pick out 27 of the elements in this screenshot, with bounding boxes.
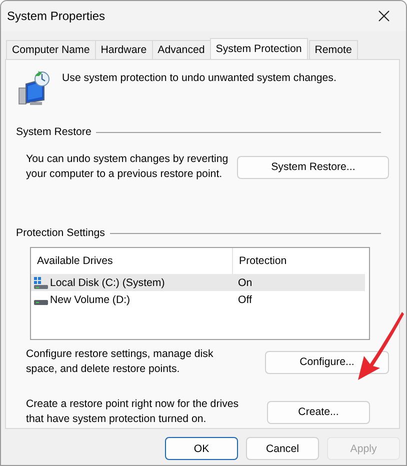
- dialog-button[interactable]: OK: [165, 437, 238, 460]
- drive-name: New Volume (D:): [50, 294, 130, 306]
- drive-row[interactable]: New Volume (D:) Off: [31, 291, 365, 308]
- group-heading: System Restore: [16, 126, 92, 138]
- tab[interactable]: Remote: [308, 40, 358, 59]
- drive-icon: [34, 300, 48, 304]
- tab[interactable]: Computer Name: [6, 40, 96, 59]
- column-header[interactable]: Protection: [233, 248, 363, 274]
- protection-status: On: [238, 276, 252, 288]
- system-drive-icon: [34, 276, 48, 288]
- protection-status: Off: [238, 294, 252, 306]
- description-text: Create a restore point right now for the drives that have system protection turned on.: [26, 397, 240, 427]
- drive-name: Local Disk (C:) (System): [50, 276, 165, 288]
- dialog-button[interactable]: Cancel: [246, 437, 319, 460]
- intro-text: Use system protection to undo unwanted system changes.: [62, 72, 336, 84]
- computer-icon: [18, 70, 52, 106]
- window-title: System Properties: [7, 9, 106, 23]
- create-button[interactable]: Create...: [267, 400, 370, 424]
- close-icon: [378, 10, 390, 22]
- drive-row[interactable]: Local Disk (C:) (System) On: [31, 274, 365, 291]
- annotation-arrow: [356, 310, 406, 382]
- description-text: Configure restore settings, manage disk space, and delete restore points.: [26, 347, 214, 377]
- tab[interactable]: System Protection: [210, 38, 308, 59]
- system-restore-button[interactable]: System Restore...: [237, 156, 389, 178]
- description-text: You can undo system changes by reverting your computer to a previous restore point.: [26, 152, 230, 182]
- configure-button[interactable]: Configure...: [265, 350, 389, 374]
- group-heading: Protection Settings: [16, 227, 105, 239]
